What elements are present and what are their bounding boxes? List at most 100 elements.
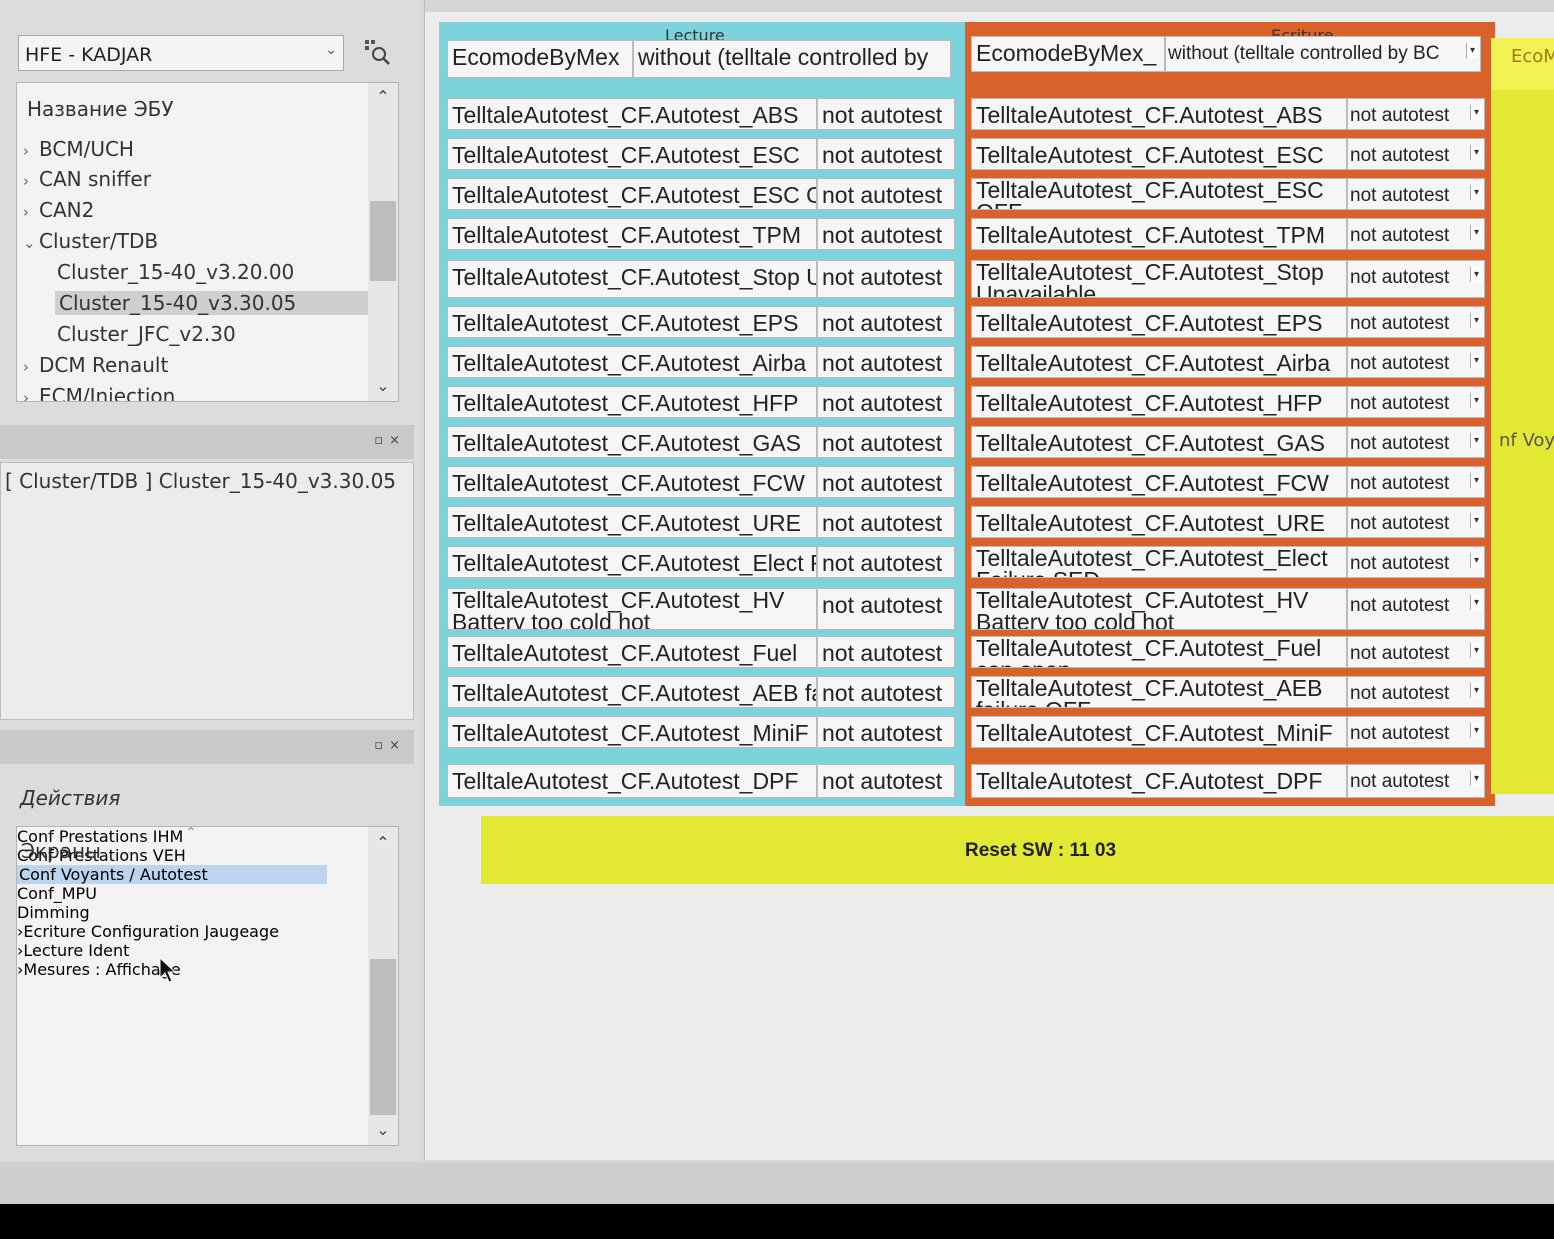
ecriture-row-value: not autotest bbox=[1350, 313, 1450, 334]
lecture-ecomode-label: EcomodeByMex bbox=[447, 40, 633, 78]
ecu-tree-item-label: Cluster_15-40_v3.20.00 bbox=[57, 260, 295, 284]
action-item[interactable]: Conf_MPU bbox=[17, 884, 398, 903]
ecu-tree-item[interactable]: Cluster_15-40_v3.30.05 bbox=[55, 291, 369, 315]
ecriture-row-name: TelltaleAutotest_CF.Autotest_TPM bbox=[971, 218, 1347, 250]
action-item[interactable]: Dimming bbox=[17, 903, 398, 922]
ecu-tree-item[interactable]: Cluster_JFC_v2.30 bbox=[57, 322, 236, 346]
ecriture-row-name: TelltaleAutotest_CF.Autotest_Elect Failu… bbox=[971, 546, 1347, 578]
ecriture-ecomode-value: without (telltale controlled by BC bbox=[1168, 43, 1440, 64]
scroll-down-icon[interactable]: ⌄ bbox=[368, 1120, 398, 1139]
actions-scrollbar[interactable]: ⌃ ⌄ bbox=[368, 827, 398, 1145]
lecture-row-value: not autotest bbox=[817, 636, 955, 668]
actions-title: Действия bbox=[20, 786, 121, 810]
ecriture-ecomode-select[interactable]: without (telltale controlled by BC ▾ bbox=[1165, 36, 1481, 72]
ecriture-row-select[interactable]: not autotest ▾ bbox=[1347, 764, 1485, 798]
action-item-label: Conf Voyants / Autotest bbox=[19, 865, 208, 884]
ecu-tree-item-label: CAN2 bbox=[39, 198, 95, 222]
ecu-tree-item[interactable]: › BCM/UCH bbox=[23, 137, 134, 161]
ecu-tree-item[interactable]: ⌄ Cluster/TDB bbox=[23, 229, 158, 253]
dropdown-arrow-icon: ▾ bbox=[1469, 185, 1482, 200]
lecture-row-value: not autotest bbox=[817, 764, 955, 798]
scroll-up-icon[interactable]: ⌃ bbox=[368, 833, 398, 852]
action-item[interactable]: ›Mesures : Affichage bbox=[17, 960, 398, 979]
ecu-tree-item-label: ECM/Injection bbox=[39, 384, 176, 402]
ecu-tree-item[interactable]: › CAN sniffer bbox=[23, 167, 151, 191]
ecriture-row-select[interactable]: not autotest ▾ bbox=[1347, 426, 1485, 458]
scroll-down-icon[interactable]: ⌄ bbox=[368, 376, 398, 395]
action-item[interactable]: ›Lecture Ident bbox=[17, 941, 398, 960]
action-item[interactable]: ›Ecriture Configuration Jaugeage bbox=[17, 922, 398, 941]
action-item[interactable]: Conf Voyants / Autotest bbox=[17, 865, 327, 884]
search-ecu-button[interactable] bbox=[358, 33, 396, 71]
action-item-label: Lecture Ident bbox=[23, 941, 130, 960]
ecriture-row-value: not autotest bbox=[1350, 185, 1450, 206]
ecriture-row-select[interactable]: not autotest ▾ bbox=[1347, 506, 1485, 538]
scroll-thumb[interactable] bbox=[370, 201, 396, 281]
ecriture-row-value: not autotest bbox=[1350, 105, 1450, 126]
ecriture-row-select[interactable]: not autotest ▾ bbox=[1347, 588, 1485, 630]
lecture-row-name: TelltaleAutotest_CF.Autotest_Airba bbox=[447, 346, 817, 378]
dropdown-arrow-icon: ▾ bbox=[1469, 643, 1482, 658]
ecu-tree-item[interactable]: › DCM Renault bbox=[23, 353, 168, 377]
ecriture-row-select[interactable]: not autotest ▾ bbox=[1347, 306, 1485, 338]
ecu-tree-item[interactable]: › CAN2 bbox=[23, 198, 94, 222]
panel-header: ▫× bbox=[0, 425, 414, 459]
ecriture-row-select[interactable]: not autotest ▾ bbox=[1347, 636, 1485, 668]
ecu-tree-item-label: Cluster_JFC_v2.30 bbox=[57, 322, 236, 346]
ecriture-row-value: not autotest bbox=[1350, 771, 1450, 792]
scroll-thumb[interactable] bbox=[370, 959, 396, 1115]
lecture-row-name: TelltaleAutotest_CF.Autotest_HFP bbox=[447, 386, 817, 418]
lecture-row-name: TelltaleAutotest_CF.Autotest_MiniF bbox=[447, 716, 817, 748]
selected-path: [ Cluster/TDB ] Cluster_15-40_v3.30.05 bbox=[5, 469, 397, 493]
ecu-selector-value: HFE - KADJAR bbox=[25, 44, 153, 66]
dropdown-arrow-icon: ▾ bbox=[1469, 353, 1482, 368]
ecriture-row-value: not autotest bbox=[1350, 473, 1450, 494]
lecture-row-name: TelltaleAutotest_CF.Autotest_HV Battery … bbox=[447, 588, 817, 630]
panel-float-close-icons[interactable]: ▫× bbox=[374, 433, 406, 448]
ecriture-row-name: TelltaleAutotest_CF.Autotest_AEB failure… bbox=[971, 676, 1347, 708]
ecriture-row-name: TelltaleAutotest_CF.Autotest_MiniF bbox=[971, 716, 1347, 748]
ecu-tree-item[interactable]: › ECM/Injection bbox=[23, 384, 176, 402]
screen-bezel bbox=[0, 1204, 1554, 1239]
ecriture-row-value: not autotest bbox=[1350, 553, 1450, 574]
ecriture-row-select[interactable]: not autotest ▾ bbox=[1347, 716, 1485, 748]
ecriture-row-value: not autotest bbox=[1350, 643, 1450, 664]
lecture-ecomode-value: without (telltale controlled by bbox=[633, 40, 951, 78]
lecture-row-value: not autotest bbox=[817, 546, 955, 578]
scroll-up-icon[interactable]: ⌃ bbox=[368, 87, 398, 106]
lecture-row-name: TelltaleAutotest_CF.Autotest_ABS bbox=[447, 98, 817, 130]
lecture-row-value: not autotest bbox=[817, 676, 955, 708]
ecriture-row-select[interactable]: not autotest ▾ bbox=[1347, 676, 1485, 708]
yellow-panel-header: EcoM bbox=[1491, 38, 1554, 90]
dropdown-arrow-icon: ▾ bbox=[1469, 393, 1482, 408]
ecriture-row-select[interactable]: not autotest ▾ bbox=[1347, 98, 1485, 130]
ecriture-row-name: TelltaleAutotest_CF.Autotest_DPF bbox=[971, 764, 1347, 798]
chevron-down-icon: ⌄ bbox=[325, 42, 337, 58]
ecriture-row-select[interactable]: not autotest ▾ bbox=[1347, 386, 1485, 418]
lecture-row-value: not autotest bbox=[817, 716, 955, 748]
ecriture-row-value: not autotest bbox=[1350, 393, 1450, 414]
ecriture-row-select[interactable]: not autotest ▾ bbox=[1347, 466, 1485, 498]
ecriture-row-name: TelltaleAutotest_CF.Autotest_URE bbox=[971, 506, 1347, 538]
lecture-row-value: not autotest bbox=[817, 426, 955, 458]
ecriture-row-select[interactable]: not autotest ▾ bbox=[1347, 138, 1485, 170]
ecriture-row-value: not autotest bbox=[1350, 267, 1450, 288]
search-icon bbox=[365, 40, 390, 65]
top-strip bbox=[425, 0, 1554, 12]
ecu-tree-header: Название ЭБУ bbox=[27, 97, 174, 121]
panel-float-close-icons[interactable]: ▫× bbox=[374, 738, 406, 753]
dropdown-arrow-icon: ▾ bbox=[1469, 267, 1482, 282]
ecriture-row-select[interactable]: not autotest ▾ bbox=[1347, 260, 1485, 298]
ecriture-row-select[interactable]: not autotest ▾ bbox=[1347, 546, 1485, 578]
lecture-row-name: TelltaleAutotest_CF.Autotest_URE bbox=[447, 506, 817, 538]
actions-tree: ⌃ Экраны Conf Prestations IHM Conf Presta… bbox=[16, 826, 399, 1146]
ecriture-row-select[interactable]: not autotest ▾ bbox=[1347, 218, 1485, 250]
ecriture-row-name: TelltaleAutotest_CF.Autotest_FCW bbox=[971, 466, 1347, 498]
ecu-selector[interactable]: HFE - KADJAR ⌄ bbox=[18, 35, 344, 71]
ecriture-row-select[interactable]: not autotest ▾ bbox=[1347, 178, 1485, 210]
ecu-tree-item[interactable]: Cluster_15-40_v3.20.00 bbox=[57, 260, 294, 284]
yellow-panel-top-label: EcoM bbox=[1511, 46, 1554, 67]
ecriture-row-select[interactable]: not autotest ▾ bbox=[1347, 346, 1485, 378]
ecu-tree-scrollbar[interactable]: ⌃ ⌄ bbox=[368, 83, 398, 401]
lecture-row-value: not autotest bbox=[817, 218, 955, 250]
